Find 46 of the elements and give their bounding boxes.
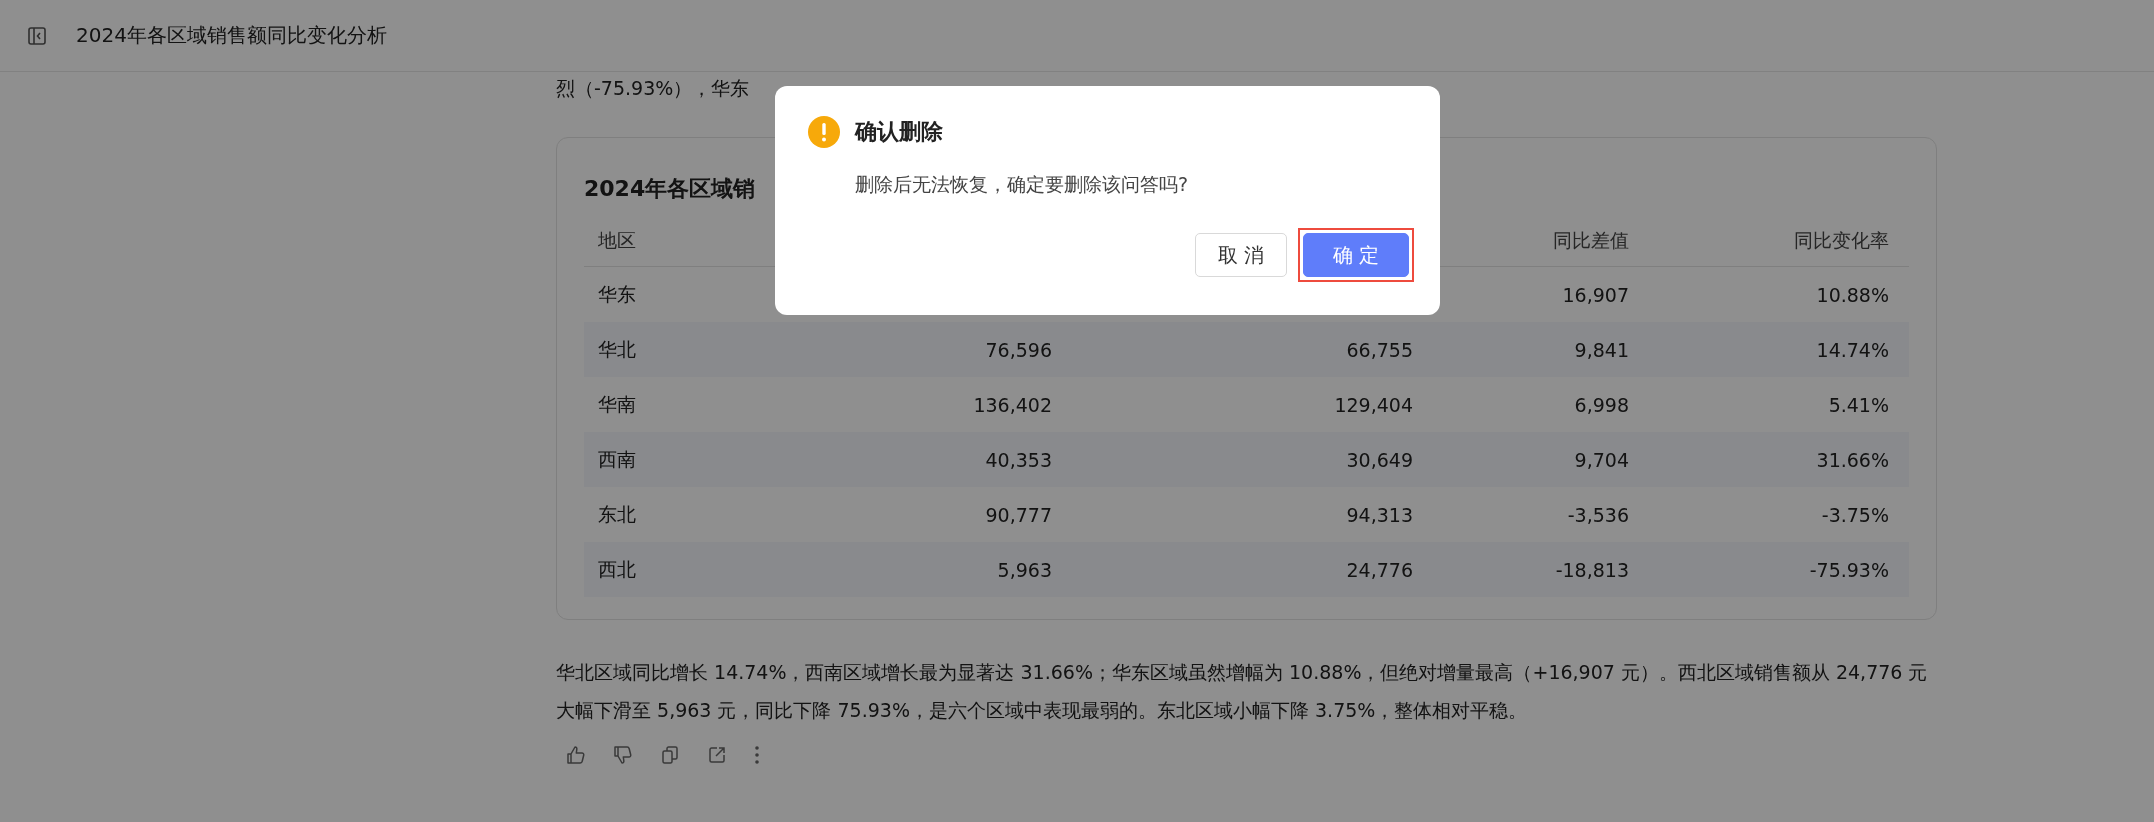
- table-cell-text: 5.41%: [1827, 393, 1890, 416]
- column-header: 同比变化率: [1793, 228, 1890, 253]
- table-cell-text: 西南: [597, 446, 637, 472]
- table-title: 2024年各区域销: [584, 175, 756, 203]
- table-cell-text: 10.88%: [1815, 283, 1890, 306]
- table-cell-text: 129,404: [1333, 393, 1414, 416]
- table-cell-text: 华北: [597, 336, 637, 362]
- table-cell-text: 14.74%: [1815, 338, 1890, 361]
- column-header: 地区: [597, 228, 637, 253]
- copy-icon[interactable]: [660, 745, 680, 765]
- table-cell-text: 136,402: [972, 393, 1053, 416]
- dialog-message: 删除后无法恢复，确定要删除该问答吗?: [855, 172, 1190, 197]
- confirm-button[interactable]: 确 定: [1303, 233, 1409, 277]
- more-icon[interactable]: [754, 745, 760, 765]
- table-cell-text: 30,649: [1345, 448, 1414, 471]
- table-cell-text: 40,353: [984, 448, 1053, 471]
- column-header: 同比差值: [1552, 228, 1630, 253]
- paragraph: 烈（-75.93%），华东: [556, 76, 751, 101]
- thumbs-up-icon[interactable]: [566, 745, 586, 765]
- table-cell-text: 66,755: [1345, 338, 1414, 361]
- page-title: 2024年各区域销售额同比变化分析: [76, 22, 387, 49]
- dialog-title: 确认删除: [855, 118, 943, 146]
- table-cell-text: -75.93%: [1808, 558, 1890, 581]
- table-cell-text: 9,841: [1573, 338, 1630, 361]
- warning-icon: [808, 116, 840, 148]
- cancel-button[interactable]: 取 消: [1194, 233, 1287, 277]
- share-icon[interactable]: [707, 745, 727, 765]
- table-cell-text: 76,596: [984, 338, 1053, 361]
- table-cell-text: 16,907: [1561, 283, 1630, 306]
- paragraph: 华北区域同比增长 14.74%，西南区域增长最为显著达 31.66%；华东区域虽然增幅为 10.88%，但绝对增量最高（+16,907 元）。西北区域销售额从 24,776 元大幅下滑至 5,963 元，同比下降 75.93%，是六个区域中表现最弱的。东北区域小幅下降 3.75%，整体相对平稳。: [556, 660, 1929, 723]
- table-cell-text: -3.75%: [1820, 503, 1890, 526]
- table-cell-text: 华南: [597, 391, 637, 417]
- table-cell-text: 24,776: [1345, 558, 1414, 581]
- table-cell-text: 94,313: [1345, 503, 1414, 526]
- table-cell-text: 31.66%: [1815, 448, 1890, 471]
- table-cell-text: 9,704: [1573, 448, 1630, 471]
- sidebar-toggle-icon[interactable]: [28, 26, 46, 45]
- table-cell-text: -18,813: [1554, 558, 1630, 581]
- table-cell-text: 90,777: [984, 503, 1053, 526]
- table-cell-text: 东北: [597, 501, 637, 527]
- table-cell-text: -3,536: [1566, 503, 1630, 526]
- table-cell-text: 6,998: [1573, 393, 1630, 416]
- table-cell-text: 西北: [597, 556, 637, 582]
- thumbs-down-icon[interactable]: [613, 745, 633, 765]
- table-cell-text: 5,963: [996, 558, 1053, 581]
- table-cell-text: 华东: [597, 281, 637, 307]
